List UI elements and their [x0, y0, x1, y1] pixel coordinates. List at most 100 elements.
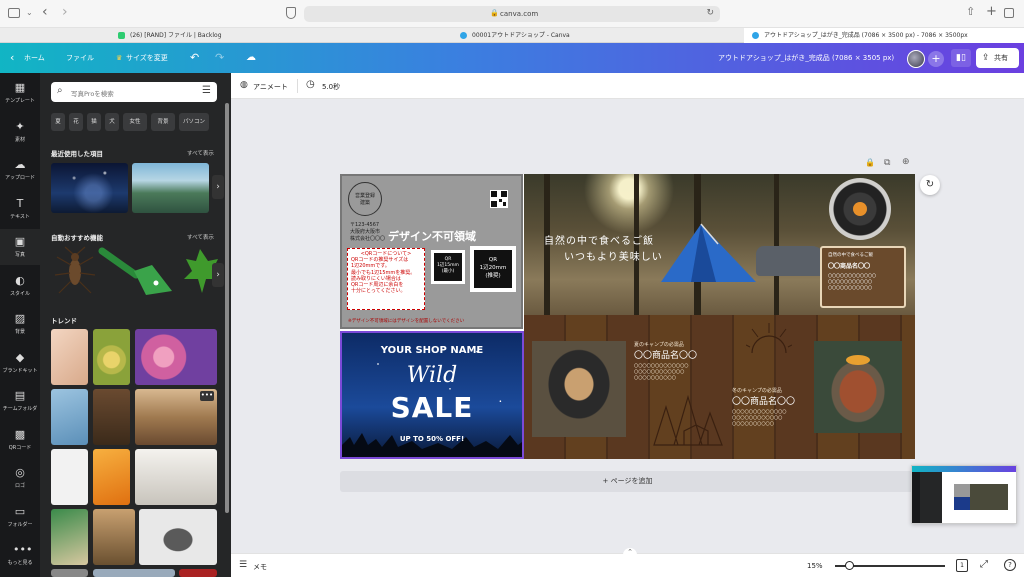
trend-thumb-row4a[interactable]	[51, 569, 88, 577]
rail-item-folder[interactable]: ▭ フォルダー	[0, 499, 40, 535]
rail-item-more[interactable]: ••• もっと見る	[0, 537, 40, 573]
sidebar-dropdown-icon[interactable]: ⌄	[26, 8, 33, 17]
keyword-chip[interactable]: 犬	[105, 113, 119, 131]
page-count-button[interactable]: 1	[956, 559, 968, 572]
animate-icon[interactable]: ◍	[240, 80, 248, 90]
trend-thumb-flower[interactable]	[135, 329, 217, 385]
rail-item-background[interactable]: ▨ 背景	[0, 306, 40, 342]
forward-icon[interactable]: ›	[62, 4, 68, 20]
share-button[interactable]: ⇪ 共有	[976, 48, 1019, 68]
lock-page-icon[interactable]: 🔒	[865, 158, 875, 167]
address-panel[interactable]: 営業登録 建築 〒123-4567 大阪府大阪市 株式会社〇〇〇 デザイン不可領…	[340, 174, 523, 329]
trend-thumb-children[interactable]: •••	[135, 389, 217, 445]
zoom-slider[interactable]	[835, 561, 945, 570]
design-page[interactable]: 営業登録 建築 〒123-4567 大阪府大阪市 株式会社〇〇〇 デザイン不可領…	[340, 174, 915, 459]
tab-backlog[interactable]: (26) [RAND] ファイル | Backlog	[110, 28, 320, 43]
trend-thumb-classroom[interactable]	[93, 509, 135, 565]
undo-icon[interactable]: ↶	[190, 43, 199, 73]
trend-thumb-bandage[interactable]	[51, 389, 88, 445]
trend-thumb-fruit[interactable]	[93, 329, 130, 385]
trend-thumb-row4b[interactable]	[93, 569, 175, 577]
products-wood-panel[interactable]: 夏のキャンプの必需品 〇〇商品名〇〇 〇〇〇〇〇〇〇〇〇〇〇〇〇 〇〇〇〇〇〇〇…	[524, 315, 915, 459]
keyword-chip[interactable]: 背景	[151, 113, 175, 131]
auto-thumb-trowel[interactable]	[96, 245, 176, 299]
resize-crown-icon[interactable]: ♛	[116, 43, 122, 73]
recent-next-arrow-icon[interactable]: ›	[212, 175, 224, 199]
hero-camp-photo[interactable]: 自然の中で食べるご飯 いつもより美味しい 自然の中で食べるご飯 〇〇商品名〇〇 …	[524, 174, 915, 315]
timer-icon[interactable]: ◷	[306, 79, 315, 90]
frying-pan-photo[interactable]	[829, 178, 891, 240]
help-icon[interactable]: ?	[1004, 559, 1016, 571]
recent-thumb-starry[interactable]	[51, 163, 128, 213]
rail-item-brand[interactable]: ◆ ブランドキット	[0, 345, 40, 381]
trend-thumb-hands[interactable]	[51, 329, 88, 385]
trend-thumb-orange[interactable]	[93, 449, 130, 505]
rail-item-upload[interactable]: ☁ アップロード	[0, 152, 40, 188]
notes-icon[interactable]: ☰	[239, 560, 247, 570]
tab-canva-project[interactable]: 00001アウトドアショップ - Canva	[452, 28, 672, 43]
auto-thumb-bug[interactable]	[51, 245, 99, 297]
reload-icon[interactable]: ↻	[706, 8, 714, 18]
rail-item-logo[interactable]: ◎ ロゴ	[0, 460, 40, 496]
add-page-button[interactable]: + ページを追加	[340, 471, 915, 492]
rail-item-style[interactable]: ◐ スタイル	[0, 268, 40, 304]
rail-item-qr[interactable]: ▩ QRコード	[0, 422, 40, 458]
duration-button[interactable]: 5.0秒	[322, 82, 340, 92]
trend-thumb-hangers[interactable]	[51, 449, 88, 505]
file-menu-button[interactable]: ファイル	[66, 43, 94, 73]
auto-next-arrow-icon[interactable]: ›	[212, 263, 224, 287]
refresh-page-icon[interactable]: ↻	[920, 175, 940, 195]
rail-item-text[interactable]: T テキスト	[0, 191, 40, 227]
address-bar[interactable]: 🔒 canva.com ↻	[304, 6, 720, 22]
filter-icon[interactable]: ☰	[202, 85, 211, 96]
add-page-icon[interactable]: ⊕	[902, 157, 910, 167]
recent-thumb-valley[interactable]	[132, 163, 209, 213]
home-chevron-icon[interactable]: ‹	[10, 43, 14, 73]
fullscreen-icon[interactable]: ⤢	[980, 559, 988, 570]
recent-see-all[interactable]: すべて表示	[187, 149, 214, 157]
new-tab-icon[interactable]: +	[986, 4, 997, 19]
rail-item-photo[interactable]: ▣ 写真	[0, 229, 40, 265]
document-title[interactable]: アウトドアショップ_はがき_完成品 (7086 × 3505 px)	[718, 43, 894, 73]
pot-photo[interactable]	[532, 341, 626, 437]
privacy-shield-icon[interactable]	[286, 7, 296, 19]
trend-thumb-row4c[interactable]	[179, 569, 217, 577]
search-input[interactable]: ⌕ 写真Proを検索 ☰	[51, 82, 217, 102]
animate-button[interactable]: アニメート	[253, 82, 288, 92]
trend-thumb-radio[interactable]	[139, 509, 217, 565]
stove-photo[interactable]	[814, 341, 902, 433]
insights-chart-icon[interactable]: ▮▯	[951, 49, 971, 67]
page-thumbnail-preview[interactable]	[911, 465, 1017, 524]
duplicate-page-icon[interactable]: ⧉	[884, 158, 890, 168]
back-icon[interactable]: ‹	[42, 4, 48, 20]
home-button[interactable]: ホーム	[24, 43, 45, 73]
keyword-chip[interactable]: 夏	[51, 113, 65, 131]
zoom-value[interactable]: 15%	[807, 562, 823, 570]
keyword-chip[interactable]: 猫	[87, 113, 101, 131]
expand-pages-chevron-icon[interactable]: ⌃	[623, 548, 637, 558]
avatar[interactable]	[907, 50, 925, 68]
rail-item-team-folder[interactable]: ▤ チームフォルダ	[0, 383, 40, 419]
trend-thumb-sport[interactable]	[135, 449, 217, 505]
redo-icon[interactable]: ↷	[215, 43, 224, 73]
more-options-icon[interactable]: •••	[200, 391, 214, 401]
rail-item-template[interactable]: ▦ テンプレート	[0, 75, 40, 111]
keyword-chip[interactable]: 女性	[123, 113, 147, 131]
rail-item-elements[interactable]: ✦ 素材	[0, 114, 40, 150]
resize-button[interactable]: サイズを変更	[126, 43, 168, 73]
zoom-slider-thumb[interactable]	[845, 561, 854, 570]
trend-thumb-doorway[interactable]	[93, 389, 130, 445]
share-page-icon[interactable]: ⇧	[966, 5, 975, 18]
notes-button[interactable]: メモ	[253, 562, 267, 572]
cloud-save-icon[interactable]: ☁	[246, 43, 256, 73]
sale-banner[interactable]: YOUR SHOP NAME Wild SALE UP TO 50% OFF!	[340, 331, 524, 459]
tab-overview-icon[interactable]	[1004, 8, 1014, 18]
tab-canva-design[interactable]: アウトドアショップ_はがき_完成品 (7086 × 3500 px) - 708…	[744, 28, 1024, 43]
keyword-chip[interactable]: 花	[69, 113, 83, 131]
keyword-chip[interactable]: パソコン	[179, 113, 209, 131]
auto-see-all[interactable]: すべて表示	[187, 233, 214, 241]
sidebar-toggle-icon[interactable]	[8, 8, 20, 18]
invite-icon[interactable]: +	[928, 51, 944, 67]
trend-thumb-boy[interactable]	[51, 509, 88, 565]
rail-item-label: チームフォルダ	[2, 406, 38, 412]
